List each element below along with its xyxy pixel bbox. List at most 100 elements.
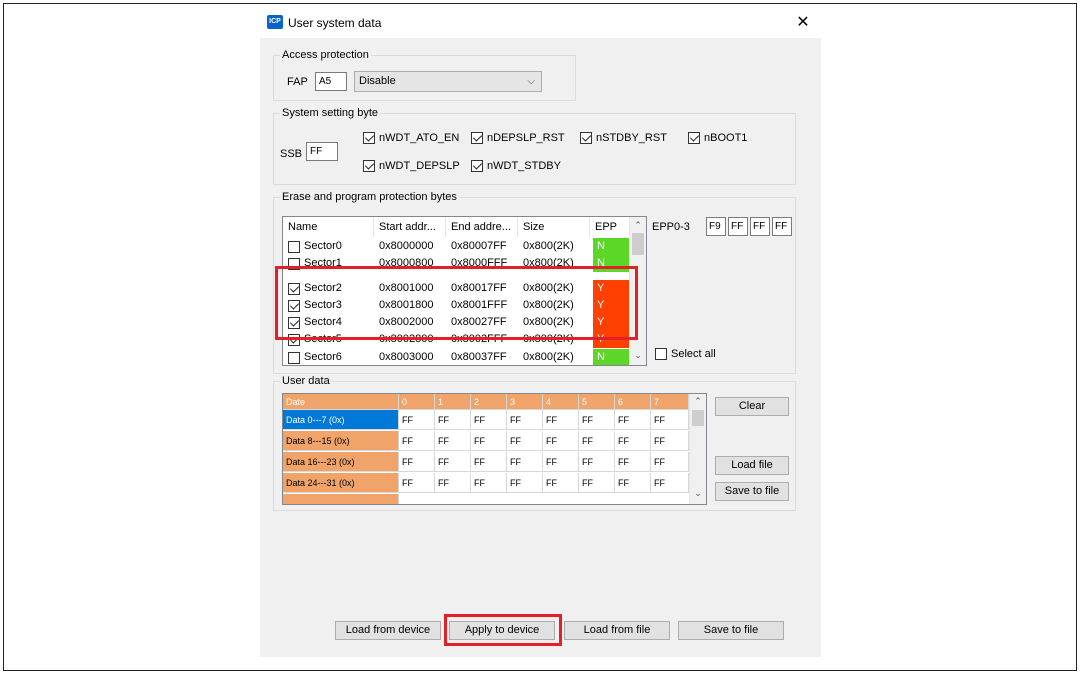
column-header-size[interactable]: Size [518,217,590,237]
epp0-field[interactable]: F9 [706,217,726,236]
sector-checkbox[interactable] [288,282,300,295]
save-to-file-button[interactable]: Save to file [715,482,789,501]
sector-name-cell[interactable]: Sector1 [288,255,374,272]
sector-start: 0x8003000 [379,351,434,363]
scroll-thumb[interactable] [692,410,704,426]
sector-name-cell[interactable]: Sector2 [288,280,374,297]
checkbox-ndepslp-rst[interactable]: nDEPSLP_RST [471,132,565,144]
scroll-up-icon[interactable]: ⌃ [690,396,706,407]
sector-start: 0x8000800 [379,257,434,269]
sector-row[interactable]: Sector5 0x8002800 0x8002FFF 0x800(2K) Y [283,331,631,348]
fap-field[interactable]: A5 [315,72,347,91]
column-header-name[interactable]: Name [283,217,374,237]
checkbox-nwdt-ato-en[interactable]: nWDT_ATO_EN [363,132,459,144]
ssb-field[interactable]: FF [306,142,338,161]
close-icon[interactable]: ✕ [793,13,813,33]
grid-cell[interactable]: FF [579,452,615,472]
grid-cell[interactable]: FF [615,410,651,430]
epp1-field[interactable]: FF [728,217,748,236]
column-header-start[interactable]: Start addr... [374,217,446,237]
grid-cell[interactable]: FF [507,452,543,472]
sector-checkbox[interactable] [288,257,300,270]
clear-button[interactable]: Clear [715,397,789,416]
grid-cell[interactable]: FF [399,473,435,493]
column-header-end[interactable]: End addre... [446,217,518,237]
grid-row-label[interactable]: Data 0---7 (0x) [283,410,399,430]
sector-name-cell[interactable]: Sector0 [288,238,374,255]
grid-row-label[interactable]: Data 24---31 (0x) [283,473,399,493]
window-title: User system data [288,16,382,30]
grid-cell[interactable]: FF [615,431,651,451]
checkbox-label: nDEPSLP_RST [487,132,565,144]
sector-checkbox[interactable] [288,333,300,346]
sector-row[interactable]: Sector6 0x8003000 0x80037FF 0x800(2K) N [283,349,631,365]
column-header-epp[interactable]: EPP [590,217,630,237]
epp3-field[interactable]: FF [772,217,792,236]
sector-row[interactable]: Sector0 0x8000000 0x80007FF 0x800(2K) N [283,238,631,255]
save-to-file-footer-button[interactable]: Save to file [678,621,784,640]
grid-row-label[interactable] [283,494,399,504]
sector-row[interactable]: Sector3 0x8001800 0x8001FFF 0x800(2K) Y [283,297,631,314]
sector-list-scrollbar[interactable]: ⌃ ⌄ [629,217,646,365]
grid-row-label[interactable]: Data 8---15 (0x) [283,431,399,451]
scroll-down-icon[interactable]: ⌄ [690,488,706,499]
grid-cell[interactable]: FF [507,473,543,493]
checkbox-nwdt-depslp[interactable]: nWDT_DEPSLP [363,160,460,172]
grid-cell[interactable]: FF [651,410,689,430]
grid-cell[interactable]: FF [615,452,651,472]
checkbox-nwdt-stdby[interactable]: nWDT_STDBY [471,160,561,172]
sector-row[interactable]: Sector2 0x8001000 0x80017FF 0x800(2K) Y [283,280,631,297]
grid-row-label[interactable]: Data 16---23 (0x) [283,452,399,472]
user-data-grid[interactable]: Date 0 1 2 3 4 5 6 7 Data 0---7 (0x) FF … [282,393,707,505]
load-from-device-button[interactable]: Load from device [335,621,441,640]
sector-checkbox[interactable] [288,316,300,329]
load-from-file-button[interactable]: Load from file [564,621,670,640]
sector-checkbox[interactable] [288,351,300,364]
grid-cell[interactable]: FF [435,431,471,451]
sector-name-cell[interactable]: Sector4 [288,314,374,331]
grid-cell[interactable]: FF [543,431,579,451]
sector-checkbox[interactable] [288,299,300,312]
sector-row[interactable]: Sector4 0x8002000 0x80027FF 0x800(2K) Y [283,314,631,331]
grid-cell[interactable]: FF [507,410,543,430]
grid-cell[interactable]: FF [507,431,543,451]
grid-cell[interactable]: FF [435,452,471,472]
grid-cell[interactable]: FF [579,473,615,493]
sector-checkbox[interactable] [288,240,300,253]
grid-cell[interactable]: FF [399,410,435,430]
scroll-down-icon[interactable]: ⌄ [630,350,646,361]
user-data-scrollbar[interactable]: ⌃ ⌄ [689,394,706,504]
grid-cell[interactable]: FF [579,431,615,451]
grid-cell[interactable]: FF [651,452,689,472]
grid-cell[interactable]: FF [435,473,471,493]
sector-name-cell[interactable]: Sector6 [288,349,374,365]
sector-name-cell[interactable]: Sector3 [288,297,374,314]
grid-cell[interactable]: FF [543,410,579,430]
grid-cell[interactable]: FF [399,452,435,472]
grid-cell[interactable]: FF [471,452,507,472]
checkbox-nstdby-rst[interactable]: nSTDBY_RST [580,132,667,144]
grid-cell[interactable]: FF [579,410,615,430]
grid-cell[interactable]: FF [471,473,507,493]
apply-to-device-button[interactable]: Apply to device [449,621,555,640]
checkbox-box [580,132,592,144]
grid-cell[interactable]: FF [399,431,435,451]
checkbox-nboot1[interactable]: nBOOT1 [688,132,747,144]
scroll-up-icon[interactable]: ⌃ [630,220,646,231]
grid-cell[interactable]: FF [471,431,507,451]
grid-cell[interactable]: FF [543,473,579,493]
grid-cell[interactable]: FF [651,473,689,493]
grid-cell[interactable]: FF [543,452,579,472]
grid-cell[interactable]: FF [651,431,689,451]
sector-list[interactable]: Name Start addr... End addre... Size EPP… [282,216,647,366]
epp2-field[interactable]: FF [750,217,770,236]
load-file-button[interactable]: Load file [715,456,789,475]
grid-cell[interactable]: FF [615,473,651,493]
sector-name-cell[interactable]: Sector5 [288,331,374,348]
grid-cell[interactable]: FF [435,410,471,430]
select-all-checkbox[interactable]: Select all [655,348,716,360]
fap-mode-select[interactable]: Disable ⌵ [354,71,542,92]
scroll-thumb[interactable] [632,233,644,255]
grid-cell[interactable]: FF [471,410,507,430]
sector-row[interactable]: Sector1 0x8000800 0x8000FFF 0x800(2K) N [283,255,631,272]
